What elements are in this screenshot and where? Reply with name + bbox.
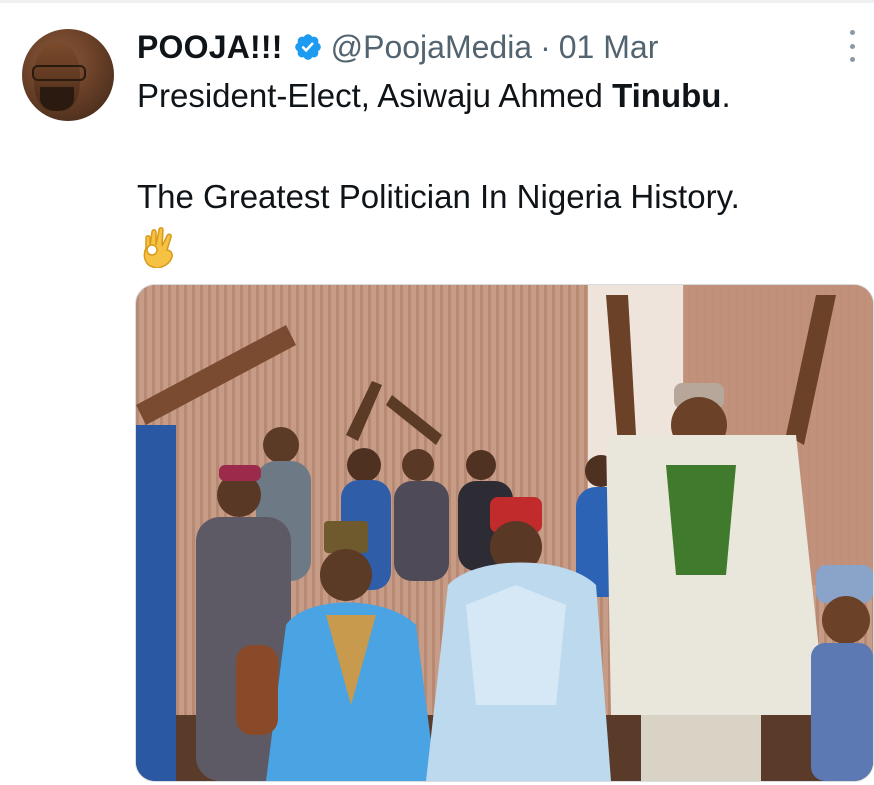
ok-hand-emoji-icon bbox=[143, 227, 173, 268]
photo-illustration bbox=[136, 285, 873, 781]
avatar-glasses bbox=[32, 65, 86, 81]
tweet-text-line1: President-Elect, Asiwaju Ahmed Tinubu. bbox=[137, 77, 731, 115]
header-separator: · bbox=[540, 28, 551, 65]
avatar[interactable] bbox=[22, 29, 114, 121]
avatar-beard bbox=[40, 87, 74, 111]
more-dot bbox=[849, 43, 855, 49]
tweet-text-prefix: President-Elect, Asiwaju Ahmed bbox=[137, 77, 613, 114]
verified-badge-icon bbox=[294, 34, 321, 60]
tweet-photo[interactable] bbox=[135, 284, 874, 782]
left-person bbox=[136, 425, 176, 781]
more-dot bbox=[849, 57, 855, 62]
tweet-text-bold: Tinubu bbox=[612, 77, 722, 114]
author-handle[interactable]: @PoojaMedia bbox=[331, 29, 532, 66]
tweet-text-line2: The Greatest Politician In Nigeria Histo… bbox=[137, 178, 740, 215]
author-name[interactable]: POOJA!!! bbox=[137, 29, 283, 66]
tweet-header: POOJA!!! @PoojaMedia · 01 Mar bbox=[137, 24, 658, 70]
more-options-icon[interactable] bbox=[840, 30, 864, 62]
more-dot bbox=[849, 30, 855, 35]
chair bbox=[236, 645, 278, 735]
tweet-date[interactable]: 01 Mar bbox=[559, 29, 659, 66]
tweet-text-suffix: . bbox=[721, 77, 731, 114]
top-divider bbox=[0, 0, 874, 3]
person-right-seated bbox=[811, 565, 873, 781]
